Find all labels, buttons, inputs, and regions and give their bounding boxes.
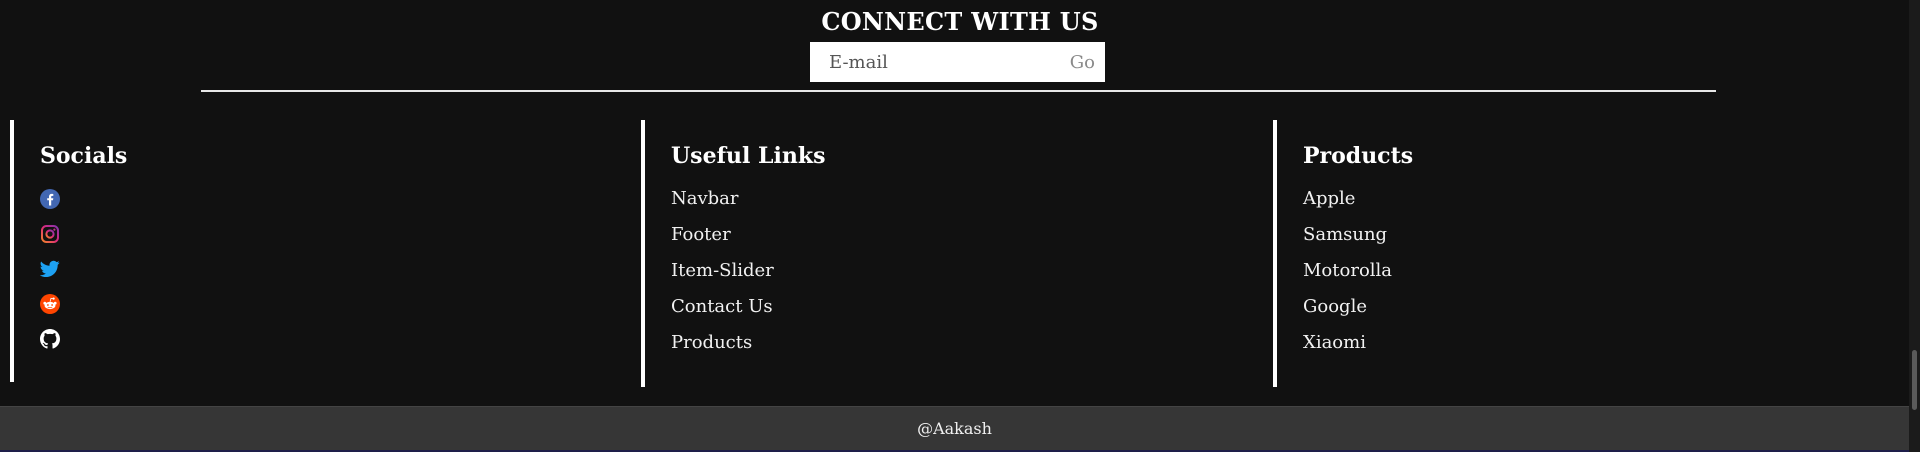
products-heading: Products xyxy=(1303,143,1414,169)
socials-column: Socials xyxy=(10,120,630,382)
list-item: Google xyxy=(1303,289,1893,325)
social-item-twitter[interactable] xyxy=(40,251,630,286)
footer-section: CONNECT WITH US Go Socials xyxy=(0,0,1920,452)
useful-links-column: Useful Links Navbar Footer Item-Slider C… xyxy=(641,120,1261,387)
facebook-icon[interactable] xyxy=(40,188,60,209)
subscribe-form: Go xyxy=(810,42,1105,82)
link-navbar[interactable]: Navbar xyxy=(671,188,739,209)
product-google[interactable]: Google xyxy=(1303,296,1367,317)
list-item: Samsung xyxy=(1303,217,1893,253)
products-list: Apple Samsung Motorolla Google Xiaomi xyxy=(1303,181,1893,361)
list-item: Products xyxy=(671,325,1261,361)
product-motorolla[interactable]: Motorolla xyxy=(1303,260,1392,281)
go-button[interactable]: Go xyxy=(1070,52,1105,73)
social-item-instagram[interactable] xyxy=(40,216,630,251)
link-item-slider[interactable]: Item-Slider xyxy=(671,260,774,281)
list-item: Xiaomi xyxy=(1303,325,1893,361)
social-item-facebook[interactable] xyxy=(40,181,630,216)
scrollbar[interactable] xyxy=(1909,0,1920,452)
products-column: Products Apple Samsung Motorolla Google … xyxy=(1273,120,1893,387)
social-icon-list xyxy=(40,181,630,356)
link-contact-us[interactable]: Contact Us xyxy=(671,296,773,317)
social-item-reddit[interactable] xyxy=(40,286,630,321)
twitter-icon[interactable] xyxy=(40,260,60,278)
scrollbar-thumb[interactable] xyxy=(1912,350,1917,410)
copyright-text: @Aakash xyxy=(917,419,992,438)
list-item: Apple xyxy=(1303,181,1893,217)
social-item-github[interactable] xyxy=(40,321,630,356)
divider xyxy=(201,90,1716,92)
list-item: Item-Slider xyxy=(671,253,1261,289)
github-icon[interactable] xyxy=(40,328,60,349)
link-footer[interactable]: Footer xyxy=(671,224,731,245)
copyright-bar: @Aakash xyxy=(0,406,1909,451)
product-xiaomi[interactable]: Xiaomi xyxy=(1303,332,1366,353)
connect-title: CONNECT WITH US xyxy=(821,7,1099,36)
socials-heading: Socials xyxy=(40,143,128,169)
connect-section: CONNECT WITH US xyxy=(0,8,1920,36)
useful-links-heading: Useful Links xyxy=(671,143,826,169)
link-products[interactable]: Products xyxy=(671,332,752,353)
product-samsung[interactable]: Samsung xyxy=(1303,224,1387,245)
instagram-icon[interactable] xyxy=(40,224,60,244)
list-item: Footer xyxy=(671,217,1261,253)
useful-links-list: Navbar Footer Item-Slider Contact Us Pro… xyxy=(671,181,1261,361)
reddit-icon[interactable] xyxy=(40,293,60,314)
list-item: Contact Us xyxy=(671,289,1261,325)
product-apple[interactable]: Apple xyxy=(1303,188,1355,209)
list-item: Navbar xyxy=(671,181,1261,217)
list-item: Motorolla xyxy=(1303,253,1893,289)
email-input[interactable] xyxy=(810,43,1069,81)
